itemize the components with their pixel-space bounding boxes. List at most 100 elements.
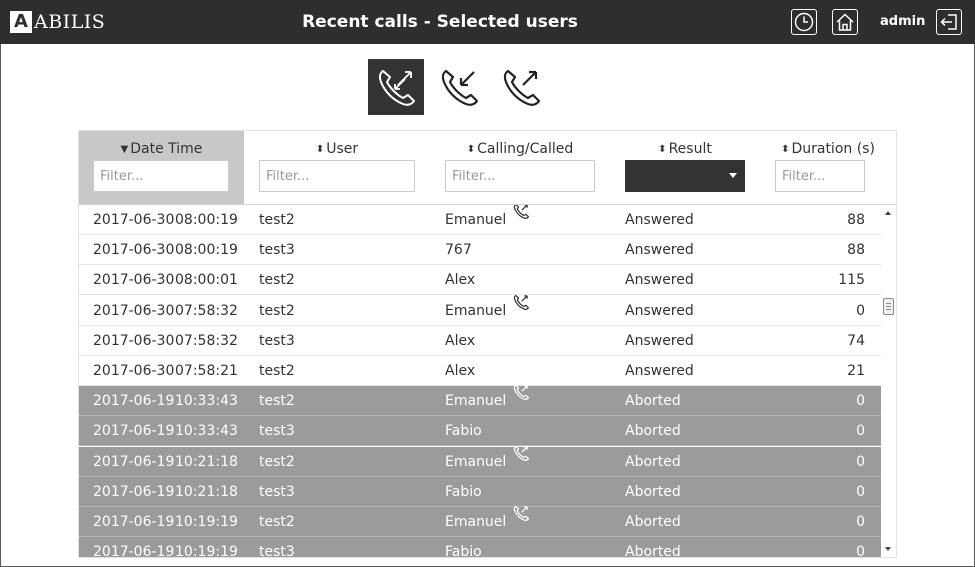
result-filter-select[interactable]	[625, 160, 745, 192]
outgoing-call-icon	[512, 503, 530, 533]
cell-date: 2017-06-30	[93, 296, 174, 326]
table-row[interactable]: 2017-06-19 10:33:43 test2 Emanuel Aborted 0	[79, 384, 881, 416]
cell-user: test2	[259, 265, 409, 295]
cell-duration-text: 88	[847, 212, 865, 228]
datetime-filter-input[interactable]	[93, 160, 229, 192]
cell-user: test3	[259, 416, 409, 446]
cell-date: 2017-06-30	[93, 356, 174, 386]
cell-user-text: test2	[259, 363, 295, 379]
cell-result-text: Aborted	[625, 423, 681, 439]
cell-result: Aborted	[625, 386, 765, 416]
cell-user-text: test3	[259, 544, 295, 557]
outgoing-calls-icon	[503, 69, 541, 106]
cell-called-text: Alex	[445, 333, 476, 349]
table-row[interactable]: 2017-06-19 10:19:19 test2 Emanuel Aborted 0	[79, 505, 881, 537]
column-label: Date Time	[130, 141, 203, 157]
column-duration: ⬍ Duration (s)	[760, 131, 896, 204]
cell-date: 2017-06-30	[93, 205, 174, 235]
cell-date: 2017-06-19	[93, 537, 174, 557]
cell-result-text: Aborted	[625, 544, 681, 557]
column-called: ⬍ Calling/Called	[430, 131, 610, 204]
cell-time-text: 10:21:18	[175, 454, 238, 470]
cell-time-text: 07:58:32	[175, 303, 238, 319]
cell-user-text: test2	[259, 303, 295, 319]
sort-icon: ⬍	[315, 144, 325, 155]
cell-called-text: Emanuel	[445, 454, 507, 470]
scroll-up-icon[interactable]	[885, 211, 891, 215]
table-body: 2017-06-30 08:00:19 test2 Emanuel Answered 88…	[79, 205, 881, 557]
scrollbar-thumb[interactable]	[883, 298, 894, 315]
cell-called: Emanuel	[445, 294, 615, 326]
scroll-down-icon[interactable]	[885, 547, 891, 551]
table-row[interactable]: 2017-06-19 10:33:43 test3 Fabio Aborted 0	[79, 416, 881, 446]
home-button[interactable]	[832, 9, 858, 35]
column-label: Calling/Called	[477, 141, 574, 157]
cell-date: 2017-06-19	[93, 386, 174, 416]
cell-result-text: Answered	[625, 303, 694, 319]
top-bar: A ABILIS Recent calls - Selected users a…	[0, 0, 975, 44]
cell-duration: 0	[765, 507, 865, 537]
logout-button[interactable]	[936, 9, 962, 35]
calls-table: ▼Date Time ⬍User ⬍Calling/Called ⬍Result…	[78, 130, 897, 558]
cell-called-text: Alex	[445, 272, 476, 288]
cell-date-text: 2017-06-19	[93, 423, 175, 439]
table-row[interactable]: 2017-06-19 10:21:18 test3 Fabio Aborted 0	[79, 477, 881, 507]
cell-result: Aborted	[625, 537, 765, 557]
cell-called: Alex	[445, 326, 615, 356]
cell-user: test2	[259, 356, 409, 386]
cell-date: 2017-06-19	[93, 416, 174, 446]
table-row[interactable]: 2017-06-30 08:00:19 test3 767 Answered 88	[79, 235, 881, 265]
cell-duration-text: 0	[856, 514, 865, 530]
sort-user-button[interactable]: ⬍ User	[244, 141, 430, 157]
vertical-scrollbar[interactable]	[881, 205, 896, 557]
cell-time-text: 08:00:19	[175, 242, 238, 258]
cell-user: test2	[259, 386, 409, 416]
table-row[interactable]: 2017-06-19 10:21:18 test2 Emanuel Aborted 0	[79, 445, 881, 477]
cell-result-text: Answered	[625, 272, 694, 288]
cell-user: test3	[259, 326, 409, 356]
column-user: ⬍ User	[244, 131, 430, 204]
table-row[interactable]: 2017-06-19 10:19:19 test3 Fabio Aborted 0	[79, 537, 881, 557]
called-filter-input[interactable]	[445, 160, 595, 192]
cell-time: 08:00:19	[175, 235, 238, 265]
cell-called: Emanuel	[445, 445, 615, 477]
cell-user-text: test3	[259, 423, 295, 439]
cell-user: test2	[259, 205, 409, 235]
cell-time-text: 10:19:19	[175, 514, 238, 530]
cell-date-text: 2017-06-30	[93, 212, 175, 228]
sort-called-button[interactable]: ⬍ Calling/Called	[430, 141, 610, 157]
logo-text: ABILIS	[34, 11, 106, 33]
incoming-calls-button[interactable]	[431, 59, 487, 115]
cell-time: 10:19:19	[175, 507, 238, 537]
table-row[interactable]: 2017-06-30 08:00:19 test2 Emanuel Answered 88	[79, 205, 881, 235]
table-row[interactable]: 2017-06-30 07:58:32 test2 Emanuel Answered 0	[79, 294, 881, 326]
cell-time-text: 10:19:19	[175, 544, 238, 557]
table-row[interactable]: 2017-06-30 07:58:21 test2 Alex Answered 21	[79, 356, 881, 386]
outgoing-calls-button[interactable]	[493, 59, 549, 115]
cell-duration: 0	[765, 416, 865, 446]
table-row[interactable]: 2017-06-30 07:58:32 test3 Alex Answered 74	[79, 326, 881, 356]
all-calls-icon	[378, 70, 415, 106]
sort-result-button[interactable]: ⬍ Result	[610, 141, 760, 157]
outgoing-call-icon	[512, 205, 530, 231]
cell-date-text: 2017-06-30	[93, 272, 175, 288]
all-calls-button[interactable]	[368, 59, 424, 115]
cell-called-text: Emanuel	[445, 514, 507, 530]
duration-filter-input[interactable]	[775, 160, 865, 192]
cell-date-text: 2017-06-19	[93, 454, 175, 470]
column-datetime: ▼ Date Time	[79, 131, 244, 204]
cell-user-text: test2	[259, 454, 295, 470]
user-filter-input[interactable]	[259, 160, 415, 192]
sort-datetime-button[interactable]: ▼ Date Time	[79, 141, 244, 157]
sort-icon: ⬍	[658, 144, 667, 155]
cell-called-text: Fabio	[445, 544, 482, 557]
cell-date-text: 2017-06-30	[93, 242, 175, 258]
page-title: Recent calls - Selected users	[302, 12, 578, 32]
sort-duration-button[interactable]: ⬍ Duration (s)	[760, 141, 896, 157]
history-button[interactable]	[791, 9, 817, 35]
cell-time: 08:00:19	[175, 205, 238, 235]
table-row[interactable]: 2017-06-30 08:00:01 test2 Alex Answered 115	[79, 265, 881, 295]
cell-called: 767	[445, 235, 615, 265]
cell-called-text: 767	[445, 242, 472, 258]
logo-mark: A	[10, 11, 32, 33]
